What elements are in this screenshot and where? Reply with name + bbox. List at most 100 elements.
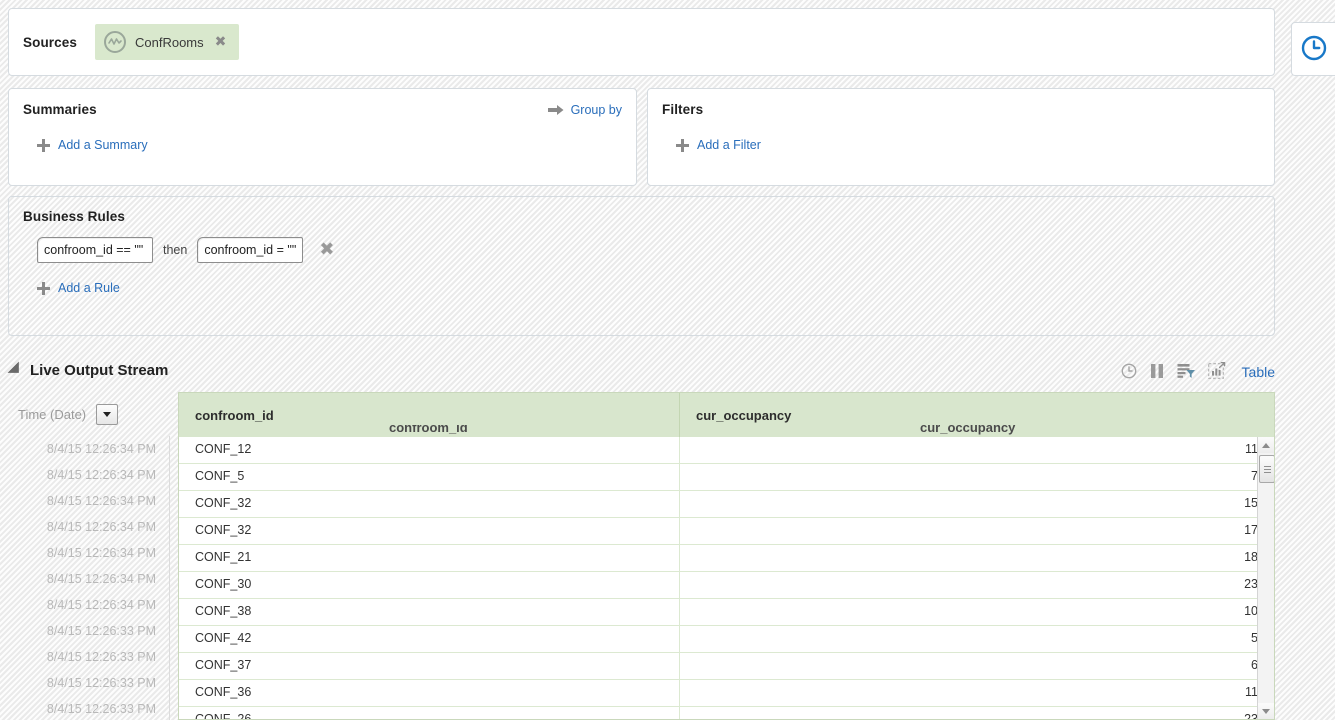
time-cell: 8/4/15 12:26:34 PM bbox=[46, 572, 156, 586]
stream-toolbar: Table bbox=[1121, 361, 1275, 382]
table-body: CONF_12 11 CONF_5 7 CONF_32 15 CONF_32 17 CONF_2… bbox=[179, 437, 1274, 719]
plus-icon bbox=[37, 281, 50, 295]
column-header-confroom-id[interactable]: confroom_id bbox=[179, 393, 679, 437]
summaries-title: Summaries bbox=[23, 102, 97, 117]
filters-header: Filters bbox=[648, 89, 1274, 125]
table-vertical-scrollbar[interactable] bbox=[1257, 437, 1274, 719]
table-row[interactable]: CONF_42 5 bbox=[179, 626, 1274, 653]
cell-confroom-id: CONF_32 bbox=[195, 523, 252, 537]
chart-expand-icon[interactable] bbox=[1207, 361, 1226, 382]
rule-condition-input[interactable] bbox=[37, 237, 153, 263]
caret-up-icon bbox=[1262, 442, 1270, 448]
add-summary-button[interactable]: Add a Summary bbox=[9, 138, 636, 152]
pause-icon[interactable] bbox=[1150, 363, 1164, 382]
cell-cur-occupancy: 7 bbox=[679, 464, 1274, 490]
cell-confroom-id: CONF_21 bbox=[195, 550, 252, 564]
time-cell: 8/4/15 12:26:33 PM bbox=[46, 624, 156, 638]
history-clock-widget[interactable] bbox=[1291, 22, 1335, 76]
table-row[interactable]: CONF_5 7 bbox=[179, 464, 1274, 491]
grip-icon bbox=[1263, 464, 1271, 475]
summaries-header: Summaries Group by bbox=[9, 89, 636, 125]
table-row[interactable]: CONF_12 11 bbox=[179, 437, 1274, 464]
table-row[interactable]: CONF_26 23 bbox=[179, 707, 1274, 719]
delete-rule-icon[interactable]: ✖ bbox=[319, 241, 334, 259]
business-rule-row: then ✖ bbox=[9, 237, 1274, 263]
close-icon[interactable]: ✖ bbox=[212, 33, 230, 51]
business-rules-panel: Business Rules then ✖ Add a Rule bbox=[8, 196, 1275, 336]
add-rule-button[interactable]: Add a Rule bbox=[9, 281, 1274, 295]
table-row[interactable]: CONF_21 18 bbox=[179, 545, 1274, 572]
time-column-label: Time (Date) bbox=[18, 406, 87, 422]
rule-action-input[interactable] bbox=[197, 237, 304, 263]
group-by-button[interactable]: Group by bbox=[547, 103, 622, 117]
source-chip-confrooms[interactable]: ConfRooms ✖ bbox=[94, 24, 240, 60]
cell-cur-occupancy: 23 bbox=[679, 572, 1274, 598]
table-row[interactable]: CONF_38 10 bbox=[179, 599, 1274, 626]
table-filter-icon[interactable] bbox=[1177, 363, 1195, 382]
rule-then-label: then bbox=[163, 243, 188, 257]
table-header-row: confroom_id cur_occupancy bbox=[179, 393, 1274, 437]
clock-icon[interactable] bbox=[1121, 363, 1137, 382]
cell-confroom-id: CONF_12 bbox=[195, 442, 252, 456]
time-cell: 8/4/15 12:26:33 PM bbox=[46, 702, 156, 716]
time-cell: 8/4/15 12:26:34 PM bbox=[46, 598, 156, 612]
cell-cur-occupancy: 23 bbox=[679, 707, 1274, 719]
time-column-divider bbox=[169, 436, 170, 720]
cell-confroom-id: CONF_42 bbox=[195, 631, 252, 645]
business-rules-title: Business Rules bbox=[23, 209, 125, 224]
cell-cur-occupancy: 6 bbox=[679, 653, 1274, 679]
chevron-down-icon bbox=[103, 411, 112, 417]
table-row[interactable]: CONF_32 15 bbox=[179, 491, 1274, 518]
table-view-link[interactable]: Table bbox=[1242, 364, 1275, 380]
source-chip-label: ConfRooms bbox=[134, 34, 204, 50]
clock-icon bbox=[1301, 35, 1327, 64]
sources-row: Sources ConfRooms ✖ bbox=[9, 9, 1274, 75]
add-filter-label: Add a Filter bbox=[697, 138, 761, 152]
cell-cur-occupancy: 18 bbox=[679, 545, 1274, 571]
cell-cur-occupancy: 17 bbox=[679, 518, 1274, 544]
time-cell: 8/4/15 12:26:34 PM bbox=[46, 442, 156, 456]
cell-cur-occupancy: 11 bbox=[679, 680, 1274, 706]
filters-panel: Filters Add a Filter bbox=[647, 88, 1275, 186]
cell-cur-occupancy: 15 bbox=[679, 491, 1274, 517]
cell-cur-occupancy: 11 bbox=[679, 437, 1274, 463]
caret-down-icon bbox=[1262, 708, 1270, 714]
group-by-label: Group by bbox=[570, 103, 622, 117]
column-header-cur-occupancy[interactable]: cur_occupancy bbox=[679, 393, 1274, 437]
output-data-table: confroom_id cur_occupancy confroom_id cu… bbox=[178, 392, 1275, 720]
table-row[interactable]: CONF_36 11 bbox=[179, 680, 1274, 707]
stream-body: Time (Date) 8/4/15 12:26:34 PM 8/4/15 12:… bbox=[0, 392, 1335, 720]
table-row[interactable]: CONF_37 6 bbox=[179, 653, 1274, 680]
app-root: Sources ConfRooms ✖ Summaries Group by A… bbox=[0, 0, 1335, 720]
scroll-up-button[interactable] bbox=[1258, 437, 1274, 453]
time-column-dropdown[interactable] bbox=[96, 403, 119, 425]
caret-collapse-icon[interactable] bbox=[7, 361, 25, 379]
table-row[interactable]: CONF_32 17 bbox=[179, 518, 1274, 545]
filters-title: Filters bbox=[662, 102, 704, 117]
cell-confroom-id: CONF_36 bbox=[195, 685, 252, 699]
add-summary-label: Add a Summary bbox=[58, 138, 148, 152]
cell-confroom-id: CONF_5 bbox=[195, 469, 245, 483]
sources-label: Sources bbox=[23, 34, 77, 50]
time-cell: 8/4/15 12:26:34 PM bbox=[46, 494, 156, 508]
cell-confroom-id: CONF_26 bbox=[195, 712, 252, 719]
live-output-stream-section: Live Output Stream Table Time (Date) 8/4… bbox=[0, 348, 1335, 720]
cell-confroom-id: CONF_32 bbox=[195, 496, 252, 510]
sources-panel: Sources ConfRooms ✖ bbox=[8, 8, 1275, 76]
cell-confroom-id: CONF_38 bbox=[195, 604, 252, 618]
scrollbar-thumb[interactable] bbox=[1259, 455, 1274, 483]
cell-confroom-id: CONF_37 bbox=[195, 658, 252, 672]
cell-cur-occupancy: 10 bbox=[679, 599, 1274, 625]
time-column: Time (Date) 8/4/15 12:26:34 PM 8/4/15 12:… bbox=[0, 392, 170, 720]
cell-cur-occupancy: 5 bbox=[679, 626, 1274, 652]
time-cell: 8/4/15 12:26:33 PM bbox=[46, 676, 156, 690]
add-filter-button[interactable]: Add a Filter bbox=[648, 138, 1274, 152]
table-row[interactable]: CONF_30 23 bbox=[179, 572, 1274, 599]
cell-confroom-id: CONF_30 bbox=[195, 577, 252, 591]
time-cell-list: 8/4/15 12:26:34 PM 8/4/15 12:26:34 PM 8/4/… bbox=[0, 436, 170, 720]
stream-title: Live Output Stream bbox=[30, 361, 169, 379]
scroll-down-button[interactable] bbox=[1258, 703, 1274, 719]
arrow-right-icon bbox=[547, 104, 564, 116]
plus-icon bbox=[37, 138, 50, 152]
time-column-header: Time (Date) bbox=[0, 392, 170, 436]
